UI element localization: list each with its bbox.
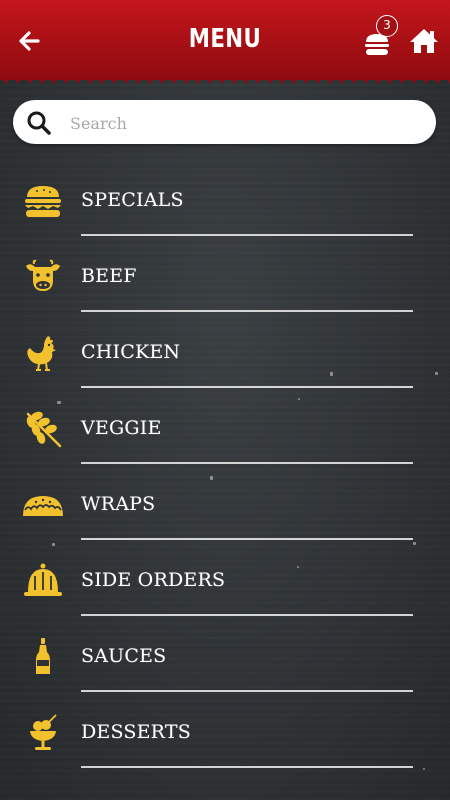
side-dish-icon (24, 563, 62, 596)
sauce-bottle-icon (36, 638, 50, 674)
menu-item-label: CHICKEN (81, 341, 181, 363)
back-arrow-icon (19, 31, 40, 51)
search-bar (13, 100, 436, 144)
chicken-icon (27, 336, 56, 371)
wheat-icon (26, 411, 62, 448)
menu-item-specials[interactable]: SPECIALS (0, 163, 450, 239)
header-zigzag-edge (0, 74, 450, 84)
menu-item-label: SAUCES (81, 645, 167, 667)
menu-item-label: VEGGIE (81, 417, 162, 439)
menu-divider (81, 690, 413, 692)
menu-item-wraps[interactable]: WRAPS (0, 467, 450, 543)
menu-divider (81, 538, 413, 540)
menu-divider (81, 614, 413, 616)
cart-count-badge: 3 (376, 15, 398, 37)
menu-item-chicken[interactable]: CHICKEN (0, 315, 450, 391)
menu-item-label: SIDE ORDERS (81, 569, 226, 591)
menu-item-label: BEEF (81, 265, 137, 287)
menu-divider (81, 386, 413, 388)
sundae-icon (30, 714, 57, 750)
home-button[interactable] (408, 26, 440, 56)
cow-icon (26, 259, 60, 291)
menu-item-label: WRAPS (81, 493, 156, 515)
page-title: MENU (188, 24, 262, 54)
menu-item-sauces[interactable]: SAUCES (0, 619, 450, 695)
menu-item-label: SPECIALS (81, 189, 184, 211)
taco-icon (23, 496, 63, 516)
menu-item-side-orders[interactable]: SIDE ORDERS (0, 543, 450, 619)
top-bar: MENU 3 (0, 0, 450, 80)
search-icon (27, 111, 51, 135)
cart-button[interactable]: 3 (362, 15, 398, 58)
menu-divider (81, 462, 413, 464)
back-button[interactable] (14, 26, 44, 56)
search-input[interactable] (68, 106, 422, 140)
menu-divider (81, 310, 413, 312)
menu-divider (81, 766, 413, 768)
menu-item-veggie[interactable]: VEGGIE (0, 391, 450, 467)
home-icon (410, 29, 438, 53)
menu-divider (81, 234, 413, 236)
menu-item-beef[interactable]: BEEF (0, 239, 450, 315)
menu-item-label: DESSERTS (81, 721, 191, 743)
menu-item-desserts[interactable]: DESSERTS (0, 695, 450, 771)
burger-icon (25, 186, 61, 217)
